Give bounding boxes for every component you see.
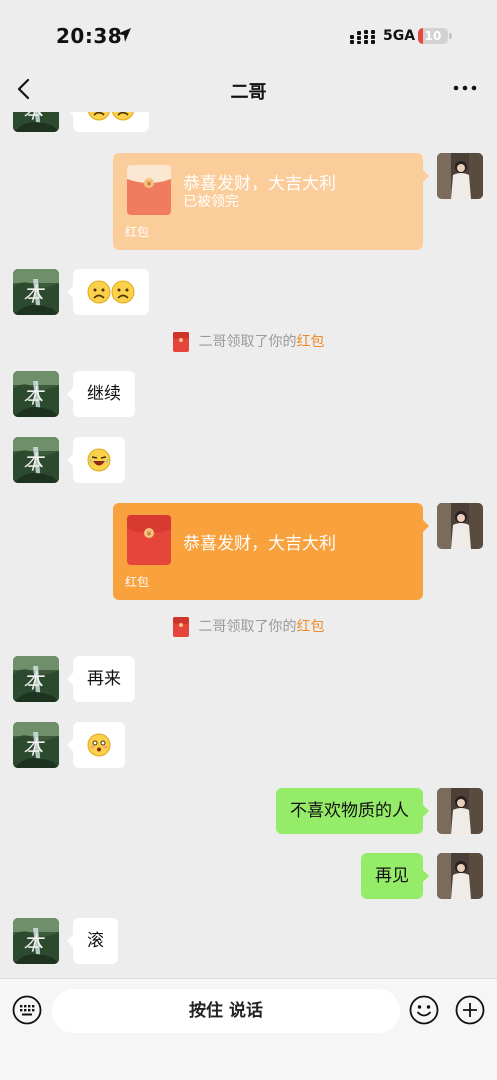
red-packet-card-opened[interactable]: 恭喜发财，大吉大利 已被领完 红包 <box>113 153 429 250</box>
battery-icon: 10 <box>418 28 448 44</box>
contact-avatar[interactable] <box>13 656 59 702</box>
contact-avatar[interactable] <box>13 112 59 132</box>
message-bubble-incoming[interactable]: 滚 <box>67 918 118 964</box>
system-message: 二哥领取了你的红包 <box>0 616 497 637</box>
message-bubble-incoming[interactable] <box>67 269 149 315</box>
status-time: 20:38 <box>56 24 123 48</box>
emoji-sad-icon <box>87 280 111 304</box>
message-bubble-incoming[interactable]: 再来 <box>67 656 135 702</box>
contact-avatar[interactable] <box>13 371 59 417</box>
message-bubble-incoming[interactable] <box>67 722 125 768</box>
message-bubble-incoming[interactable] <box>67 112 149 132</box>
battery-cap <box>449 33 452 39</box>
message-bubble-outgoing[interactable]: 再见 <box>361 853 429 899</box>
red-packet-card[interactable]: 恭喜发财，大吉大利 红包 <box>113 503 429 600</box>
signal-icon <box>350 30 375 44</box>
red-packet-icon <box>127 515 171 565</box>
battery-level: 10 <box>424 29 442 43</box>
red-packet-label: 红包 <box>125 575 150 589</box>
location-arrow-icon <box>117 28 131 42</box>
contact-avatar[interactable] <box>13 269 59 315</box>
red-packet-status: 已被领完 <box>183 194 239 210</box>
network-type: 5GA <box>383 28 416 44</box>
red-packet-link[interactable]: 红包 <box>297 334 325 350</box>
message-bubble-outgoing[interactable]: 不喜欢物质的人 <box>276 788 429 834</box>
red-packet-icon <box>127 165 171 215</box>
emoji-sad-icon <box>111 112 135 121</box>
plus-circle-icon[interactable] <box>455 995 485 1025</box>
my-avatar[interactable] <box>437 503 483 549</box>
contact-avatar[interactable] <box>13 918 59 964</box>
chat-header: 二哥 <box>0 72 497 112</box>
red-packet-label: 红包 <box>125 225 150 239</box>
message-bubble-incoming[interactable] <box>67 437 125 483</box>
red-packet-greeting: 恭喜发财，大吉大利 <box>183 534 336 554</box>
my-avatar[interactable] <box>437 153 483 199</box>
my-avatar[interactable] <box>437 853 483 899</box>
contact-avatar[interactable] <box>13 437 59 483</box>
system-message: 二哥领取了你的红包 <box>0 331 497 352</box>
emoji-smile-icon[interactable] <box>409 995 439 1025</box>
message-bubble-incoming[interactable]: 继续 <box>67 371 135 417</box>
emoji-sad-icon <box>111 280 135 304</box>
hold-to-talk-button[interactable]: 按住 说话 <box>52 989 400 1033</box>
red-packet-link[interactable]: 红包 <box>297 619 325 635</box>
keyboard-icon[interactable] <box>12 995 42 1025</box>
red-packet-icon <box>173 332 189 352</box>
my-avatar[interactable] <box>437 788 483 834</box>
chat-message-list[interactable]: 恭喜发财，大吉大利 已被领完 红包 二哥领取了你的红包 继续 恭喜发财，大吉大利… <box>0 112 497 978</box>
contact-avatar[interactable] <box>13 722 59 768</box>
emoji-sad-icon <box>87 112 111 121</box>
emoji-laugh-icon <box>87 448 111 472</box>
emoji-surprised-icon <box>87 733 111 757</box>
chat-title: 二哥 <box>230 82 267 103</box>
more-dots-icon[interactable] <box>452 82 478 94</box>
red-packet-icon <box>173 617 189 637</box>
status-bar: 20:38 5GA 10 <box>0 0 497 72</box>
input-bar: 按住 说话 <box>0 978 497 1080</box>
system-text: 二哥领取了你的 <box>198 619 297 635</box>
system-text: 二哥领取了你的 <box>198 334 297 350</box>
